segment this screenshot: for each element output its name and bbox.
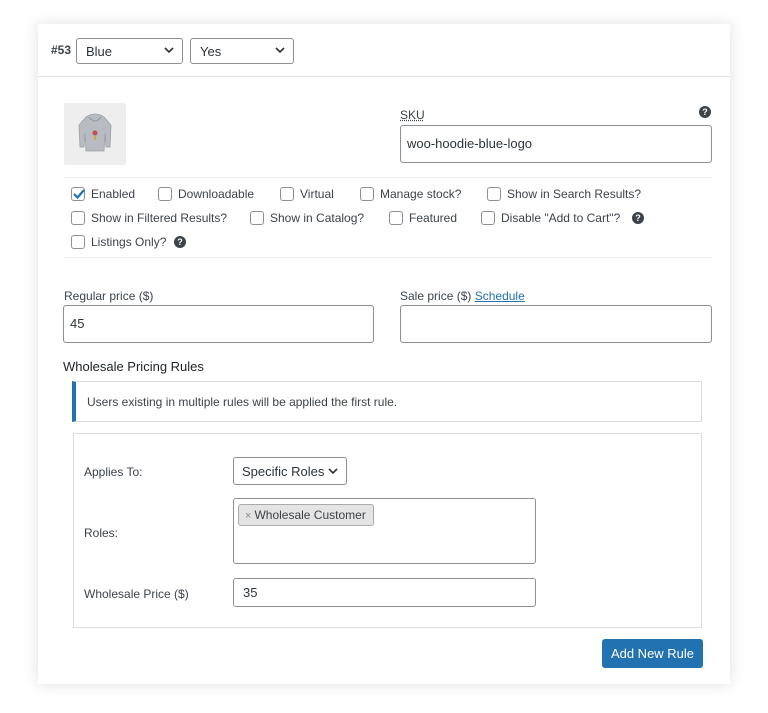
wholesale-rule: Applies To: Specific Roles Roles: × Whole… (73, 433, 702, 628)
downloadable-label: Downloadable (178, 187, 255, 201)
disable-add-to-cart-checkbox[interactable]: Disable "Add to Cart"? (481, 211, 620, 225)
wholesale-price-value: 35 (243, 585, 258, 600)
checkbox-checked-icon (71, 187, 85, 201)
roles-label: Roles: (84, 526, 119, 540)
checkbox-icon (71, 211, 85, 225)
hoodie-image (78, 113, 112, 152)
divider (64, 257, 711, 258)
disable-add-to-cart-label: Disable "Add to Cart"? (501, 211, 621, 225)
sale-price-label: Sale price ($) (400, 289, 472, 303)
featured-checkbox[interactable]: Featured (389, 211, 457, 225)
checkbox-icon (360, 187, 374, 201)
color-attribute-value: Blue (86, 44, 113, 59)
role-tag-label: Wholesale Customer (254, 508, 366, 522)
help-icon[interactable]: ? (174, 236, 186, 248)
show-in-filtered-checkbox[interactable]: Show in Filtered Results? (71, 211, 227, 225)
sku-label: SKU (400, 108, 425, 122)
notice-text: Users existing in multiple rules will be… (87, 395, 398, 409)
sale-price-label-group: Sale price ($) Schedule (400, 289, 525, 303)
regular-price-label: Regular price ($) (64, 289, 154, 303)
logo-attribute-value: Yes (200, 44, 222, 59)
checkbox-icon (71, 235, 85, 249)
sale-price-input[interactable] (400, 305, 712, 343)
applies-to-select[interactable]: Specific Roles (233, 457, 347, 485)
sku-input[interactable]: woo-hoodie-blue-logo (400, 125, 712, 163)
wholesale-notice: Users existing in multiple rules will be… (72, 381, 702, 422)
color-attribute-select[interactable]: Blue (76, 38, 183, 64)
wholesale-price-input[interactable]: 35 (233, 578, 536, 607)
manage-stock-label: Manage stock? (380, 187, 462, 201)
virtual-label: Virtual (300, 187, 334, 201)
regular-price-input[interactable]: 45 (63, 305, 374, 343)
listings-only-label: Listings Only? (91, 235, 167, 249)
variation-number: #53 (51, 43, 72, 57)
chevron-down-icon (164, 47, 174, 54)
show-in-search-checkbox[interactable]: Show in Search Results? (487, 187, 641, 201)
divider (64, 177, 711, 178)
checkbox-icon (280, 187, 294, 201)
enabled-label: Enabled (91, 187, 136, 201)
regular-price-value: 45 (70, 316, 85, 331)
show-in-search-label: Show in Search Results? (507, 187, 642, 201)
role-tag[interactable]: × Wholesale Customer (238, 504, 374, 526)
enabled-checkbox[interactable]: Enabled (71, 187, 135, 201)
schedule-link[interactable]: Schedule (475, 289, 525, 303)
virtual-checkbox[interactable]: Virtual (280, 187, 334, 201)
applies-to-value: Specific Roles (242, 464, 325, 479)
help-icon[interactable]: ? (632, 212, 644, 224)
roles-multiselect[interactable]: × Wholesale Customer (233, 498, 536, 564)
variation-image[interactable] (64, 103, 126, 165)
logo-attribute-select[interactable]: Yes (190, 38, 294, 64)
chevron-down-icon (328, 468, 338, 475)
show-in-filtered-label: Show in Filtered Results? (91, 211, 228, 225)
downloadable-checkbox[interactable]: Downloadable (158, 187, 254, 201)
applies-to-label: Applies To: (84, 465, 143, 479)
checkbox-icon (158, 187, 172, 201)
wholesale-price-label: Wholesale Price ($) (84, 587, 189, 601)
checkbox-icon (481, 211, 495, 225)
show-in-catalog-checkbox[interactable]: Show in Catalog? (250, 211, 364, 225)
checkbox-icon (250, 211, 264, 225)
manage-stock-checkbox[interactable]: Manage stock? (360, 187, 461, 201)
remove-tag-icon[interactable]: × (245, 510, 251, 522)
listings-only-checkbox[interactable]: Listings Only? (71, 235, 166, 249)
checkbox-icon (487, 187, 501, 201)
show-in-catalog-label: Show in Catalog? (270, 211, 365, 225)
variation-header: #53 Blue Yes (38, 24, 730, 77)
add-new-rule-button[interactable]: Add New Rule (602, 639, 703, 668)
checkbox-icon (389, 211, 403, 225)
chevron-down-icon (275, 47, 285, 54)
wholesale-heading: Wholesale Pricing Rules (63, 359, 204, 374)
help-icon[interactable]: ? (699, 106, 711, 118)
variation-panel: #53 Blue Yes SKU ? woo-hoodie-blue-logo … (38, 24, 730, 684)
featured-label: Featured (409, 211, 458, 225)
sku-value: woo-hoodie-blue-logo (407, 136, 533, 151)
